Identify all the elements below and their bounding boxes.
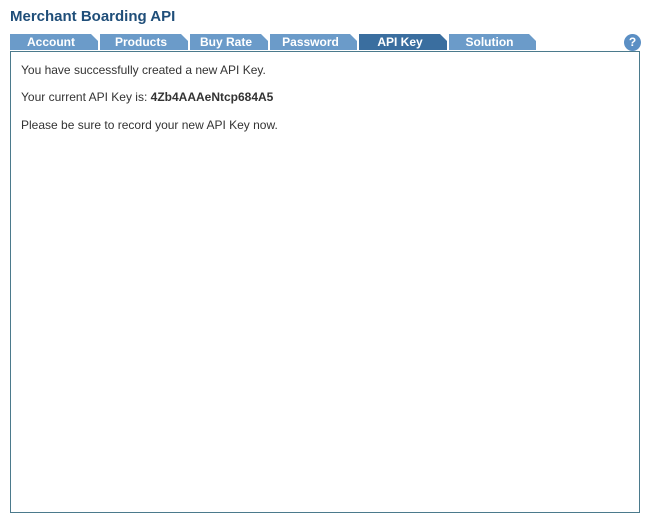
tab-password[interactable]: Password xyxy=(270,34,357,50)
api-key-line: Your current API Key is: 4Zb4AAAeNtcp684… xyxy=(21,90,273,104)
reminder-message: Please be sure to record your new API Ke… xyxy=(21,118,278,132)
success-message: You have successfully created a new API … xyxy=(21,63,266,77)
tab-account[interactable]: Account xyxy=(10,34,98,50)
content-panel: You have successfully created a new API … xyxy=(10,51,640,513)
tab-solution[interactable]: Solution xyxy=(449,34,536,50)
api-key-label: Your current API Key is: xyxy=(21,90,148,104)
help-icon[interactable]: ? xyxy=(624,34,641,51)
tab-buy-rate[interactable]: Buy Rate xyxy=(190,34,268,50)
tab-bar: Account Products Buy Rate Password API K… xyxy=(10,34,536,51)
tab-products[interactable]: Products xyxy=(100,34,188,50)
tab-api-key[interactable]: API Key xyxy=(359,34,447,50)
api-key-value: 4Zb4AAAeNtcp684A5 xyxy=(150,90,274,104)
page-title: Merchant Boarding API xyxy=(10,8,176,25)
